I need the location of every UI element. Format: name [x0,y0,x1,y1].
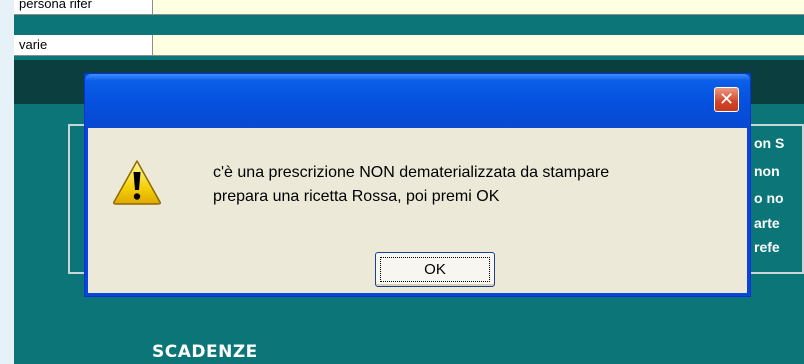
side-option-5[interactable]: refe [754,236,804,258]
side-option-3[interactable]: o no [754,187,804,209]
dialog-titlebar[interactable]: ✕ [85,74,750,128]
message-line-1: c'è una prescrizione NON dematerializzat… [213,164,610,181]
side-option-2[interactable]: non [754,160,804,182]
dialog-body: c'è una prescrizione NON dematerializzat… [89,128,746,292]
close-button[interactable]: ✕ [714,87,739,112]
side-option-4[interactable]: arte [754,212,804,234]
field-label-varie: varie [14,35,153,55]
message-dialog: ✕ c'è una prescrizione NON dematerializz… [84,73,751,297]
field-label-persona: persona rifer [14,0,153,14]
form-row-persona: persona rifer [14,0,804,15]
side-option-1[interactable]: on S [754,132,804,154]
ok-button[interactable]: OK [375,252,495,287]
focus-rectangle [380,257,490,282]
section-title-scadenze: SCADENZE [152,342,258,362]
message-line-2: prepara una ricetta Rossa, poi premi OK [213,188,500,205]
warning-icon [113,160,161,205]
form-row-varie: varie [14,35,804,56]
